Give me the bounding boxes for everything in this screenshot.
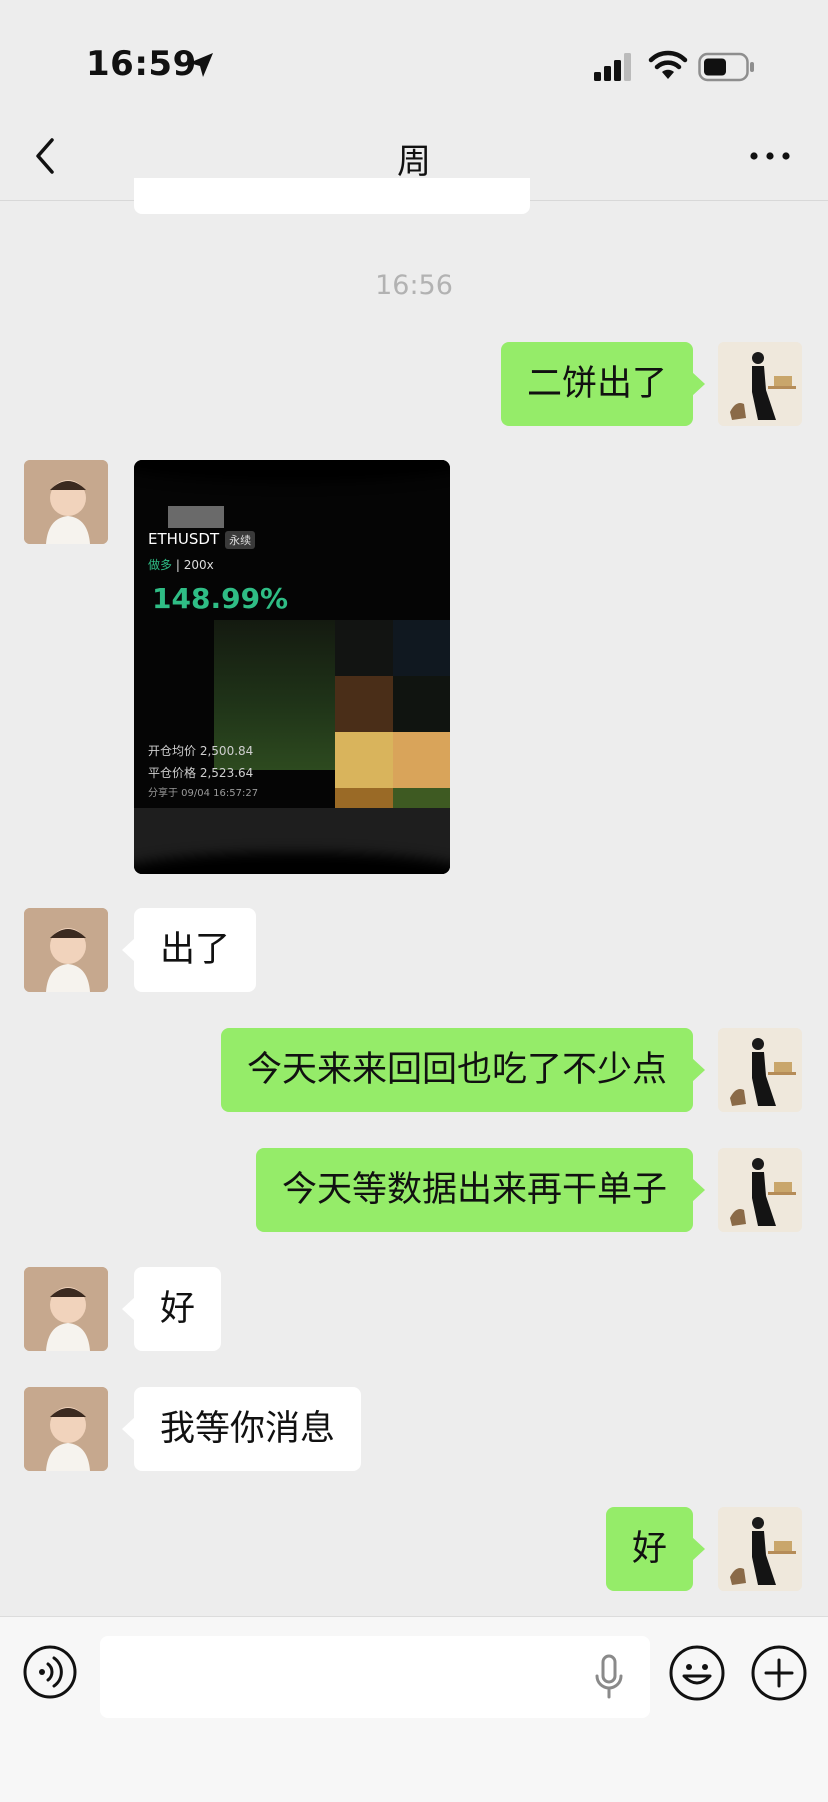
pixel-block (335, 732, 393, 788)
perpetual-tag: 永续 (225, 531, 256, 549)
sent-message-bubble[interactable]: 好 (605, 1507, 706, 1591)
woman-with-laptop-icon (718, 1028, 802, 1112)
pixel-block (335, 676, 393, 732)
message-input[interactable] (100, 1636, 650, 1718)
baby-photo-icon (24, 908, 108, 992)
sent-message-bubble[interactable]: 今天等数据出来再干单子 (255, 1148, 706, 1232)
status-time: 16:59 (86, 44, 197, 84)
voice-icon[interactable] (22, 1644, 78, 1700)
my-avatar[interactable] (718, 342, 802, 426)
contact-avatar[interactable] (24, 1267, 108, 1351)
battery-icon (698, 52, 754, 82)
woman-with-laptop-icon (718, 342, 802, 426)
contact-avatar[interactable] (24, 460, 108, 544)
baby-photo-icon (24, 460, 108, 544)
plus-icon[interactable] (750, 1644, 808, 1702)
received-message-bubble[interactable]: 出了 (121, 908, 257, 992)
chat-title: 周 (397, 142, 431, 182)
baby-photo-icon (24, 1267, 108, 1351)
contact-avatar[interactable] (24, 1387, 108, 1471)
shared-time: 分享于 09/04 16:57:27 (148, 788, 259, 799)
ellipsis-icon[interactable] (748, 146, 792, 166)
my-avatar[interactable] (718, 1507, 802, 1591)
trade-leverage: 做多 | 200x (148, 558, 214, 572)
pixel-block (393, 732, 450, 788)
pnl-percent: 148.99% (152, 582, 289, 615)
emoji-icon[interactable] (668, 1644, 726, 1702)
received-message-bubble[interactable]: 我等你消息 (121, 1387, 362, 1471)
my-avatar[interactable] (718, 1148, 802, 1232)
baby-photo-icon (24, 1387, 108, 1471)
chat-timestamp: 16:56 (375, 270, 453, 301)
pixel-block (393, 788, 450, 808)
close-price: 平仓价格 2,523.64 (148, 766, 254, 780)
woman-with-laptop-icon (718, 1148, 802, 1232)
cellular-signal-icon (594, 53, 631, 81)
sent-message-bubble[interactable]: 今天来来回回也吃了不少点 (220, 1028, 706, 1112)
image-blur-redaction (134, 460, 450, 482)
open-price: 开仓均价 2,500.84 (148, 744, 254, 758)
location-arrow-icon (189, 53, 213, 77)
received-message-bubble[interactable]: 好 (121, 1267, 222, 1351)
my-avatar[interactable] (718, 1028, 802, 1112)
pixel-block (335, 620, 393, 676)
woman-with-laptop-icon (718, 1507, 802, 1591)
trade-symbol: ETHUSDT 永续 (148, 530, 256, 549)
microphone-icon[interactable] (594, 1654, 624, 1700)
pixel-block (393, 620, 450, 676)
shared-trade-image[interactable]: ETHUSDT 永续 做多 | 200x 148.99% 开仓均价 2,500.8… (134, 460, 450, 874)
pixel-block (335, 788, 393, 808)
wifi-icon (648, 50, 688, 79)
redacted-box (168, 506, 224, 528)
sent-message-bubble[interactable]: 二饼出了 (500, 342, 706, 426)
previous-message-card (134, 178, 530, 214)
contact-avatar[interactable] (24, 908, 108, 992)
pixel-block (393, 676, 450, 732)
